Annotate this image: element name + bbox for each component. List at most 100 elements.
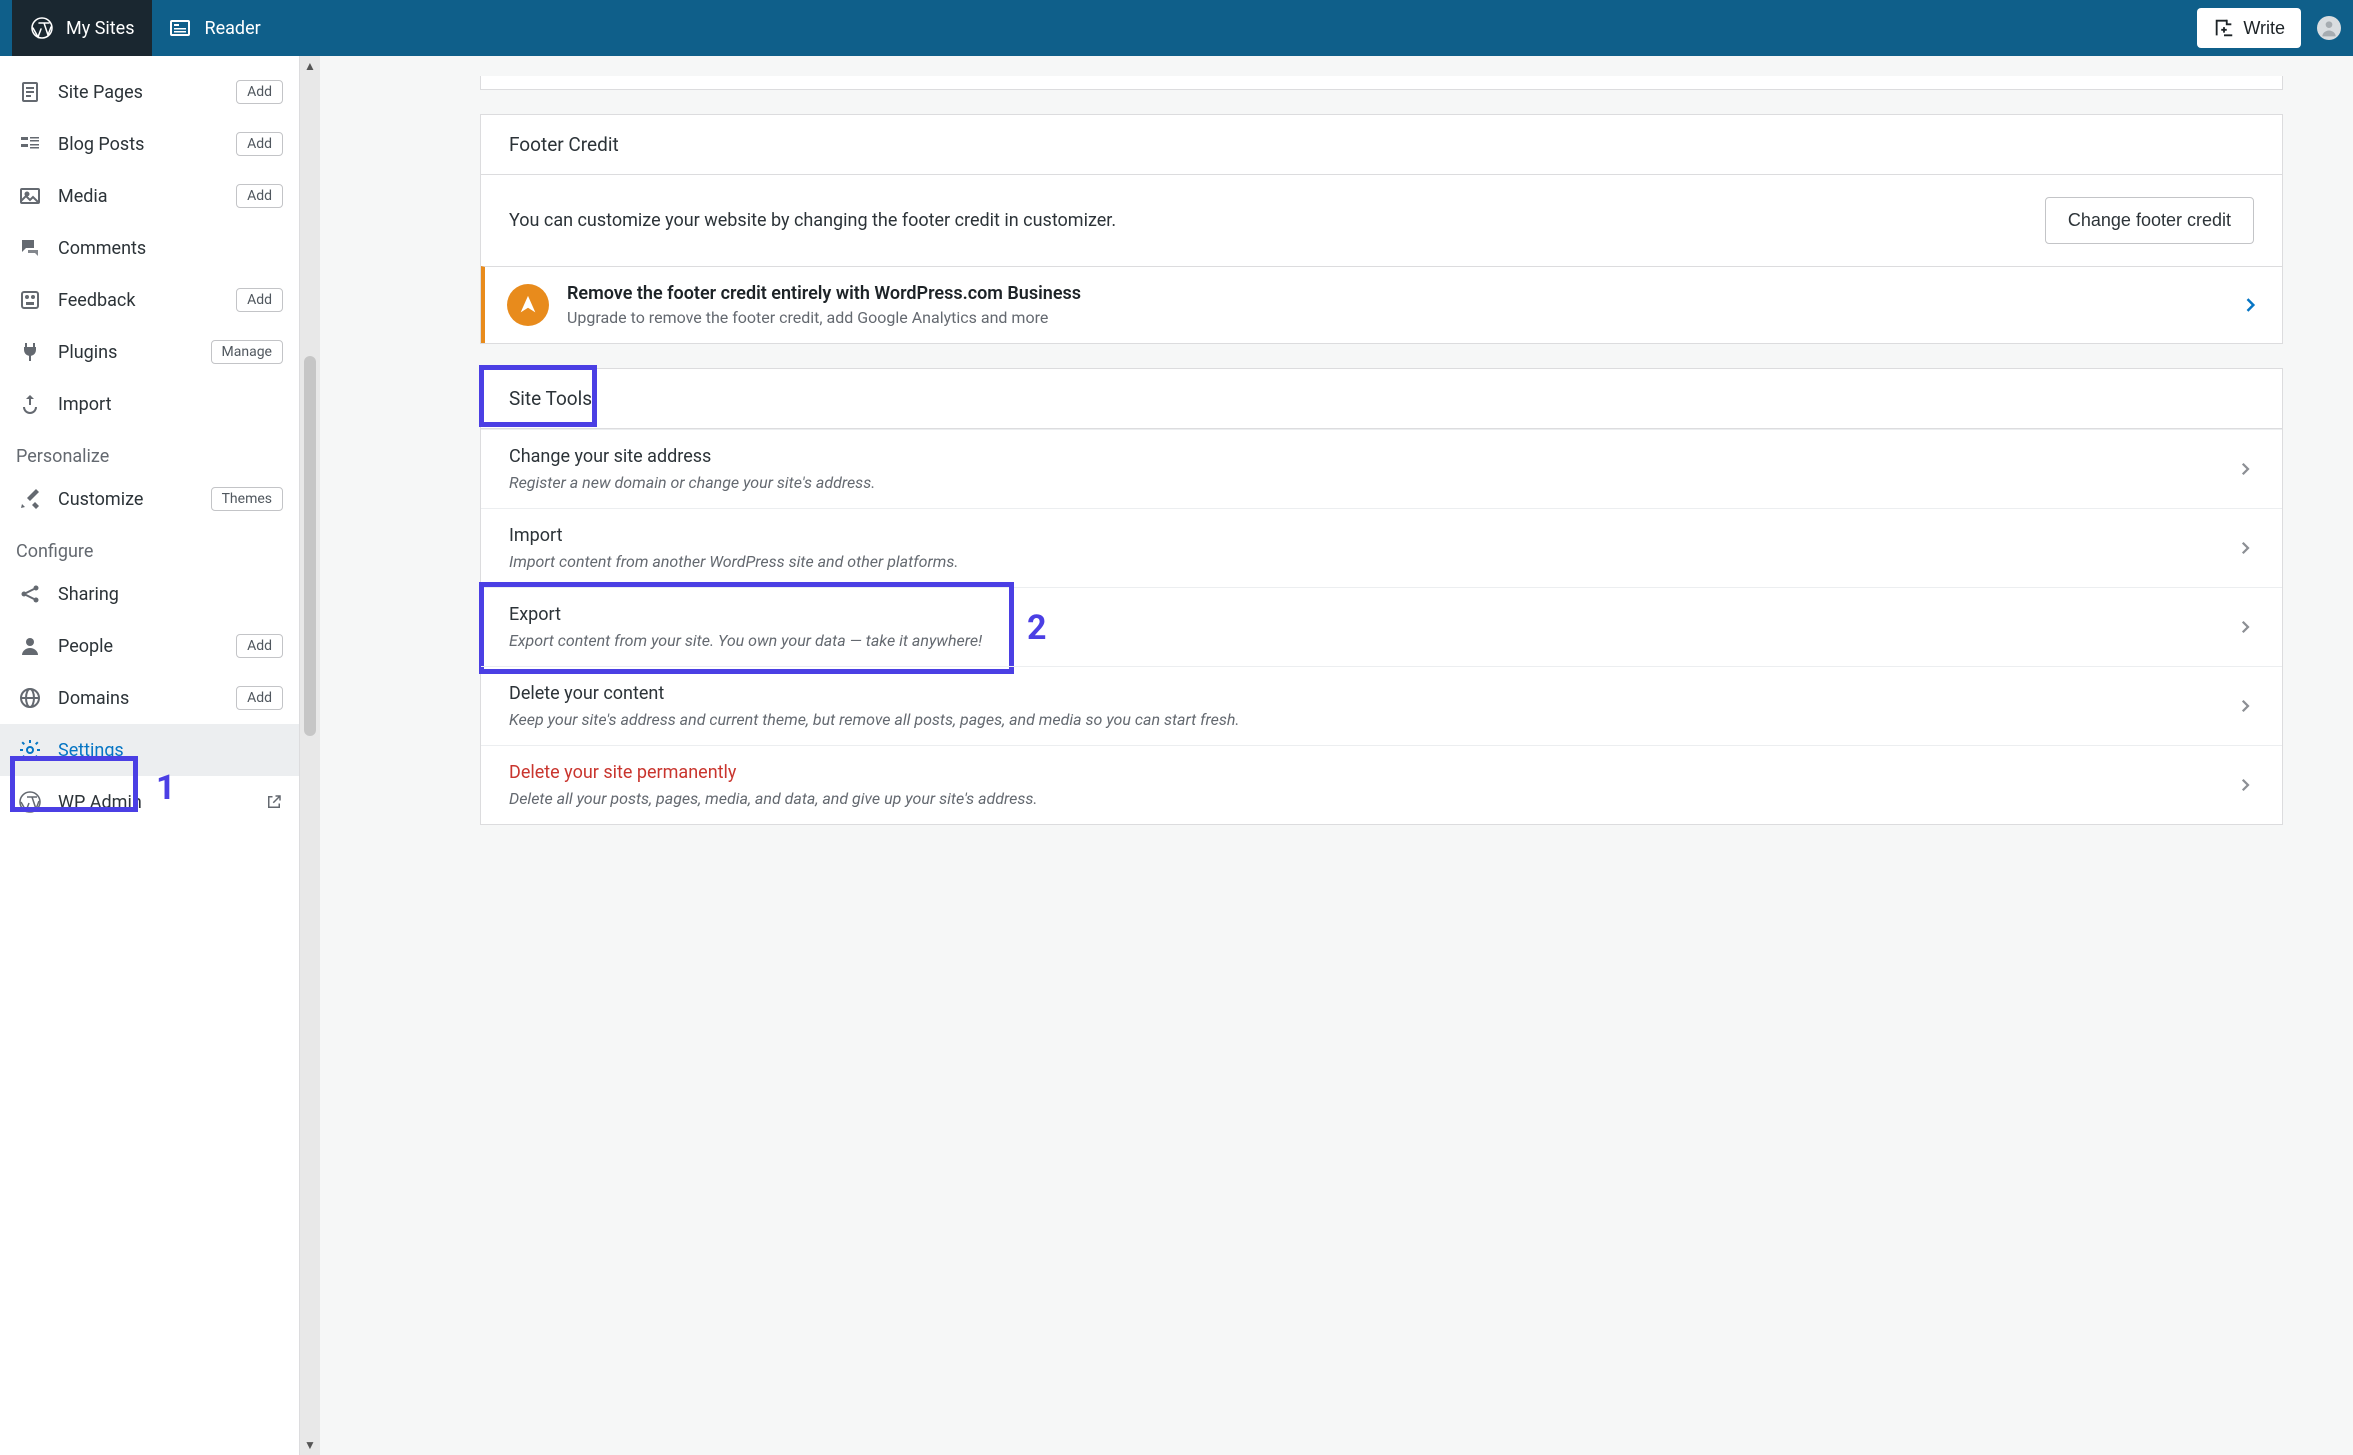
chevron-right-icon [2236,776,2254,794]
add-button[interactable]: Add [236,132,283,156]
wordpress-icon [30,16,54,40]
write-icon [2213,17,2235,39]
sidebar-item-import[interactable]: Import [0,378,299,430]
sidebar-item-comments[interactable]: Comments [0,222,299,274]
page-icon [16,80,44,104]
tool-delete-content[interactable]: Delete your content Keep your site's add… [481,666,2282,745]
tool-export[interactable]: Export Export content from your site. Yo… [481,587,2282,666]
upgrade-promo[interactable]: Remove the footer credit entirely with W… [481,266,2282,343]
tool-subtitle: Keep your site's address and current the… [509,710,1240,729]
add-button[interactable]: Add [236,288,283,312]
sidebar-item-label: People [58,636,113,657]
feedback-icon [16,288,44,312]
promo-text: Remove the footer credit entirely with W… [567,283,1081,327]
sidebar-item-label: Import [58,394,111,415]
my-sites-tab[interactable]: My Sites [12,0,152,56]
annotation-number-2: 2 [1027,608,1047,648]
sidebar-item-customize[interactable]: Customize Themes [0,473,299,525]
scroll-thumb[interactable] [304,356,316,736]
reader-tab[interactable]: Reader [152,0,276,56]
wp-admin-icon [16,790,44,814]
scroll-down-arrow[interactable]: ▼ [300,1435,320,1455]
chevron-right-icon [2236,460,2254,478]
write-button[interactable]: Write [2197,8,2301,48]
posts-icon [16,132,44,156]
sidebar-item-people[interactable]: People Add [0,620,299,672]
sidebar-item-label: Customize [58,489,143,510]
my-sites-label: My Sites [66,18,134,39]
sidebar-item-label: Domains [58,688,129,709]
sidebar-item-label: Blog Posts [58,134,144,155]
card-header: Footer Credit [481,115,2282,175]
add-button[interactable]: Add [236,634,283,658]
add-button[interactable]: Add [236,686,283,710]
sidebar-item-label: Settings [58,740,124,761]
tool-import[interactable]: Import Import content from another WordP… [481,508,2282,587]
themes-button[interactable]: Themes [211,487,283,511]
tool-change-address[interactable]: Change your site address Register a new … [481,429,2282,508]
sidebar-scrollbar[interactable]: ▲ ▼ [300,56,320,1455]
main-content: Footer Credit You can customize your web… [320,56,2353,1455]
tool-title: Delete your site permanently [509,762,1038,783]
card-body: You can customize your website by changi… [481,175,2282,266]
sidebar-item-plugins[interactable]: Plugins Manage [0,326,299,378]
tool-title: Change your site address [509,446,875,467]
sidebar-item-label: WP Admin [58,792,142,813]
media-icon [16,184,44,208]
topbar-left: My Sites Reader [12,0,277,56]
sidebar-item-feedback[interactable]: Feedback Add [0,274,299,326]
promo-title: Remove the footer credit entirely with W… [567,283,1081,304]
add-button[interactable]: Add [236,80,283,104]
manage-button[interactable]: Manage [211,340,283,364]
tool-subtitle: Import content from another WordPress si… [509,552,958,571]
sidebar-item-media[interactable]: Media Add [0,170,299,222]
topbar-right: Write [2197,8,2341,48]
chevron-right-icon [2236,618,2254,636]
sidebar-item-blog-posts[interactable]: Blog Posts Add [0,118,299,170]
scroll-up-arrow[interactable]: ▲ [300,56,320,76]
avatar[interactable] [2317,16,2341,40]
chevron-right-icon [2236,697,2254,715]
footer-credit-card: Footer Credit You can customize your web… [480,114,2283,344]
sidebar-item-settings[interactable]: Settings [0,724,299,776]
people-icon [16,634,44,658]
tool-text: Change your site address Register a new … [509,446,875,492]
sidebar-item-label: Plugins [58,342,117,363]
change-footer-credit-button[interactable]: Change footer credit [2045,197,2254,244]
plugins-icon [16,340,44,364]
tool-subtitle: Export content from your site. You own y… [509,631,982,650]
sidebar-item-wp-admin[interactable]: WP Admin [0,776,299,828]
domains-icon [16,686,44,710]
sharing-icon [16,582,44,606]
sidebar-item-domains[interactable]: Domains Add [0,672,299,724]
sidebar: Site Pages Add Blog Posts Add Media Add … [0,56,300,1455]
promo-subtitle: Upgrade to remove the footer credit, add… [567,308,1081,327]
tool-delete-site[interactable]: Delete your site permanently Delete all … [481,745,2282,824]
sidebar-item-sharing[interactable]: Sharing [0,568,299,620]
chevron-right-icon [2236,539,2254,557]
add-button[interactable]: Add [236,184,283,208]
section-configure: Configure [0,525,299,568]
tool-text: Export Export content from your site. Yo… [509,604,982,650]
sidebar-item-label: Media [58,186,108,207]
layout: Site Pages Add Blog Posts Add Media Add … [0,56,2353,1455]
chevron-right-icon [2240,295,2260,315]
top-bar: My Sites Reader Write [0,0,2353,56]
comments-icon [16,236,44,260]
sidebar-item-site-pages[interactable]: Site Pages Add [0,66,299,118]
tool-title: Delete your content [509,683,1240,704]
tool-subtitle: Register a new domain or change your sit… [509,473,875,492]
sidebar-item-label: Comments [58,238,146,259]
previous-card-edge [480,76,2283,90]
settings-icon [16,738,44,762]
card-body-text: You can customize your website by changi… [509,210,1116,231]
tool-subtitle: Delete all your posts, pages, media, and… [509,789,1038,808]
tool-text: Delete your content Keep your site's add… [509,683,1240,729]
tool-title: Export [509,604,982,625]
external-link-icon [265,793,283,811]
sidebar-item-label: Sharing [58,584,119,605]
write-label: Write [2243,18,2285,39]
sidebar-item-label: Feedback [58,290,135,311]
reader-icon [168,16,192,40]
user-icon [2319,18,2339,38]
